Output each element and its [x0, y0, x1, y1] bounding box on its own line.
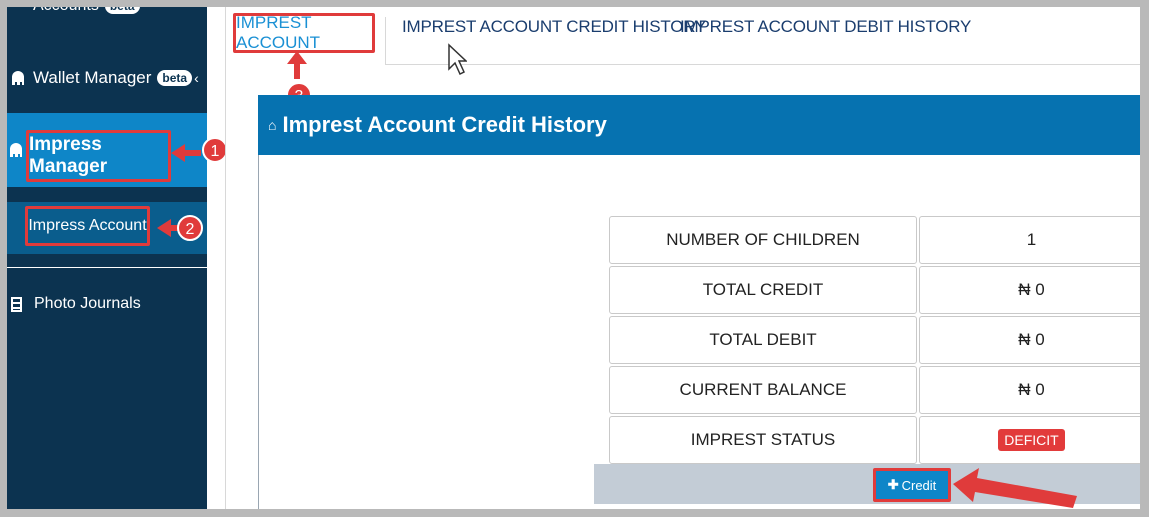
impress-manager-label: Impress Manager	[29, 134, 108, 177]
status-badge: DEFICIT	[998, 429, 1065, 451]
panel-header: ⌂ Imprest Account Credit History	[258, 95, 1140, 155]
summary-value: 1	[919, 216, 1140, 264]
impress-account-highlight: Impress Account	[25, 206, 150, 246]
content-divider	[225, 7, 226, 509]
summary-label: TOTAL DEBIT	[609, 316, 917, 364]
summary-label: TOTAL CREDIT	[609, 266, 917, 314]
tab-label: IMPREST ACCOUNT	[236, 13, 321, 52]
app-window: Accounts beta Wallet Manager beta ‹ Impr…	[7, 7, 1140, 509]
beta-badge: beta	[157, 70, 193, 86]
beta-badge: beta	[104, 7, 140, 14]
panel-title: Imprest Account Credit History	[282, 112, 607, 137]
arrow-left-icon	[171, 144, 201, 162]
ghost-icon	[11, 71, 25, 85]
impress-account-label: Impress Account	[28, 217, 147, 234]
tab-divider	[385, 17, 386, 65]
sidebar-divider	[7, 267, 207, 268]
credit-button-label: Credit	[901, 477, 937, 493]
sidebar: Accounts beta Wallet Manager beta ‹ Impr…	[7, 7, 207, 509]
tab-label: IMPREST ACCOUNT DEBIT HISTORY	[680, 17, 972, 36]
tab-imprest-account[interactable]: IMPREST ACCOUNT	[233, 13, 375, 53]
arrow-up-icon	[287, 51, 307, 79]
mouse-cursor-icon	[448, 43, 467, 76]
wallet-manager-label: Wallet Manager	[33, 68, 152, 87]
impress-manager-highlight: Impress Manager	[26, 130, 171, 182]
photo-journals-label: Photo Journals	[34, 295, 141, 312]
summary-value: ₦ 0	[919, 316, 1140, 364]
annotation-badge-2: 2	[177, 215, 203, 241]
tab-imprest-account-debit-history[interactable]: IMPREST ACCOUNT DEBIT HISTORY	[680, 17, 971, 37]
tab-callout-arrow	[287, 51, 307, 79]
home-icon: ⌂	[268, 117, 277, 133]
sidebar-item-photo-journals[interactable]: Photo Journals	[11, 292, 141, 316]
ghost-icon	[9, 143, 23, 157]
summary-value: ₦ 0	[919, 266, 1140, 314]
summary-label: NUMBER OF CHILDREN	[609, 216, 917, 264]
chevron-left-icon: ‹	[194, 70, 199, 86]
summary-value: DEFICIT	[919, 416, 1140, 464]
plus-icon: ✚	[887, 477, 899, 492]
credit-callout-arrow	[953, 468, 1077, 508]
accounts-label: Accounts	[33, 7, 99, 15]
film-icon	[11, 296, 22, 312]
tab-imprest-account-credit-history[interactable]: IMPREST ACCOUNT CREDIT HISTORY	[402, 17, 706, 37]
sidebar-item-accounts[interactable]: Accounts beta	[15, 7, 140, 17]
summary-label: IMPREST STATUS	[609, 416, 917, 464]
sidebar-item-wallet-manager[interactable]: Wallet Manager beta ‹	[11, 65, 199, 91]
tab-label: IMPREST ACCOUNT CREDIT HISTORY	[402, 17, 707, 36]
credit-button[interactable]: ✚ Credit	[873, 468, 951, 502]
tabs-underline	[385, 64, 1140, 65]
summary-label: CURRENT BALANCE	[609, 366, 917, 414]
arrow-left-icon	[953, 468, 1077, 508]
summary-value: ₦ 0	[919, 366, 1140, 414]
